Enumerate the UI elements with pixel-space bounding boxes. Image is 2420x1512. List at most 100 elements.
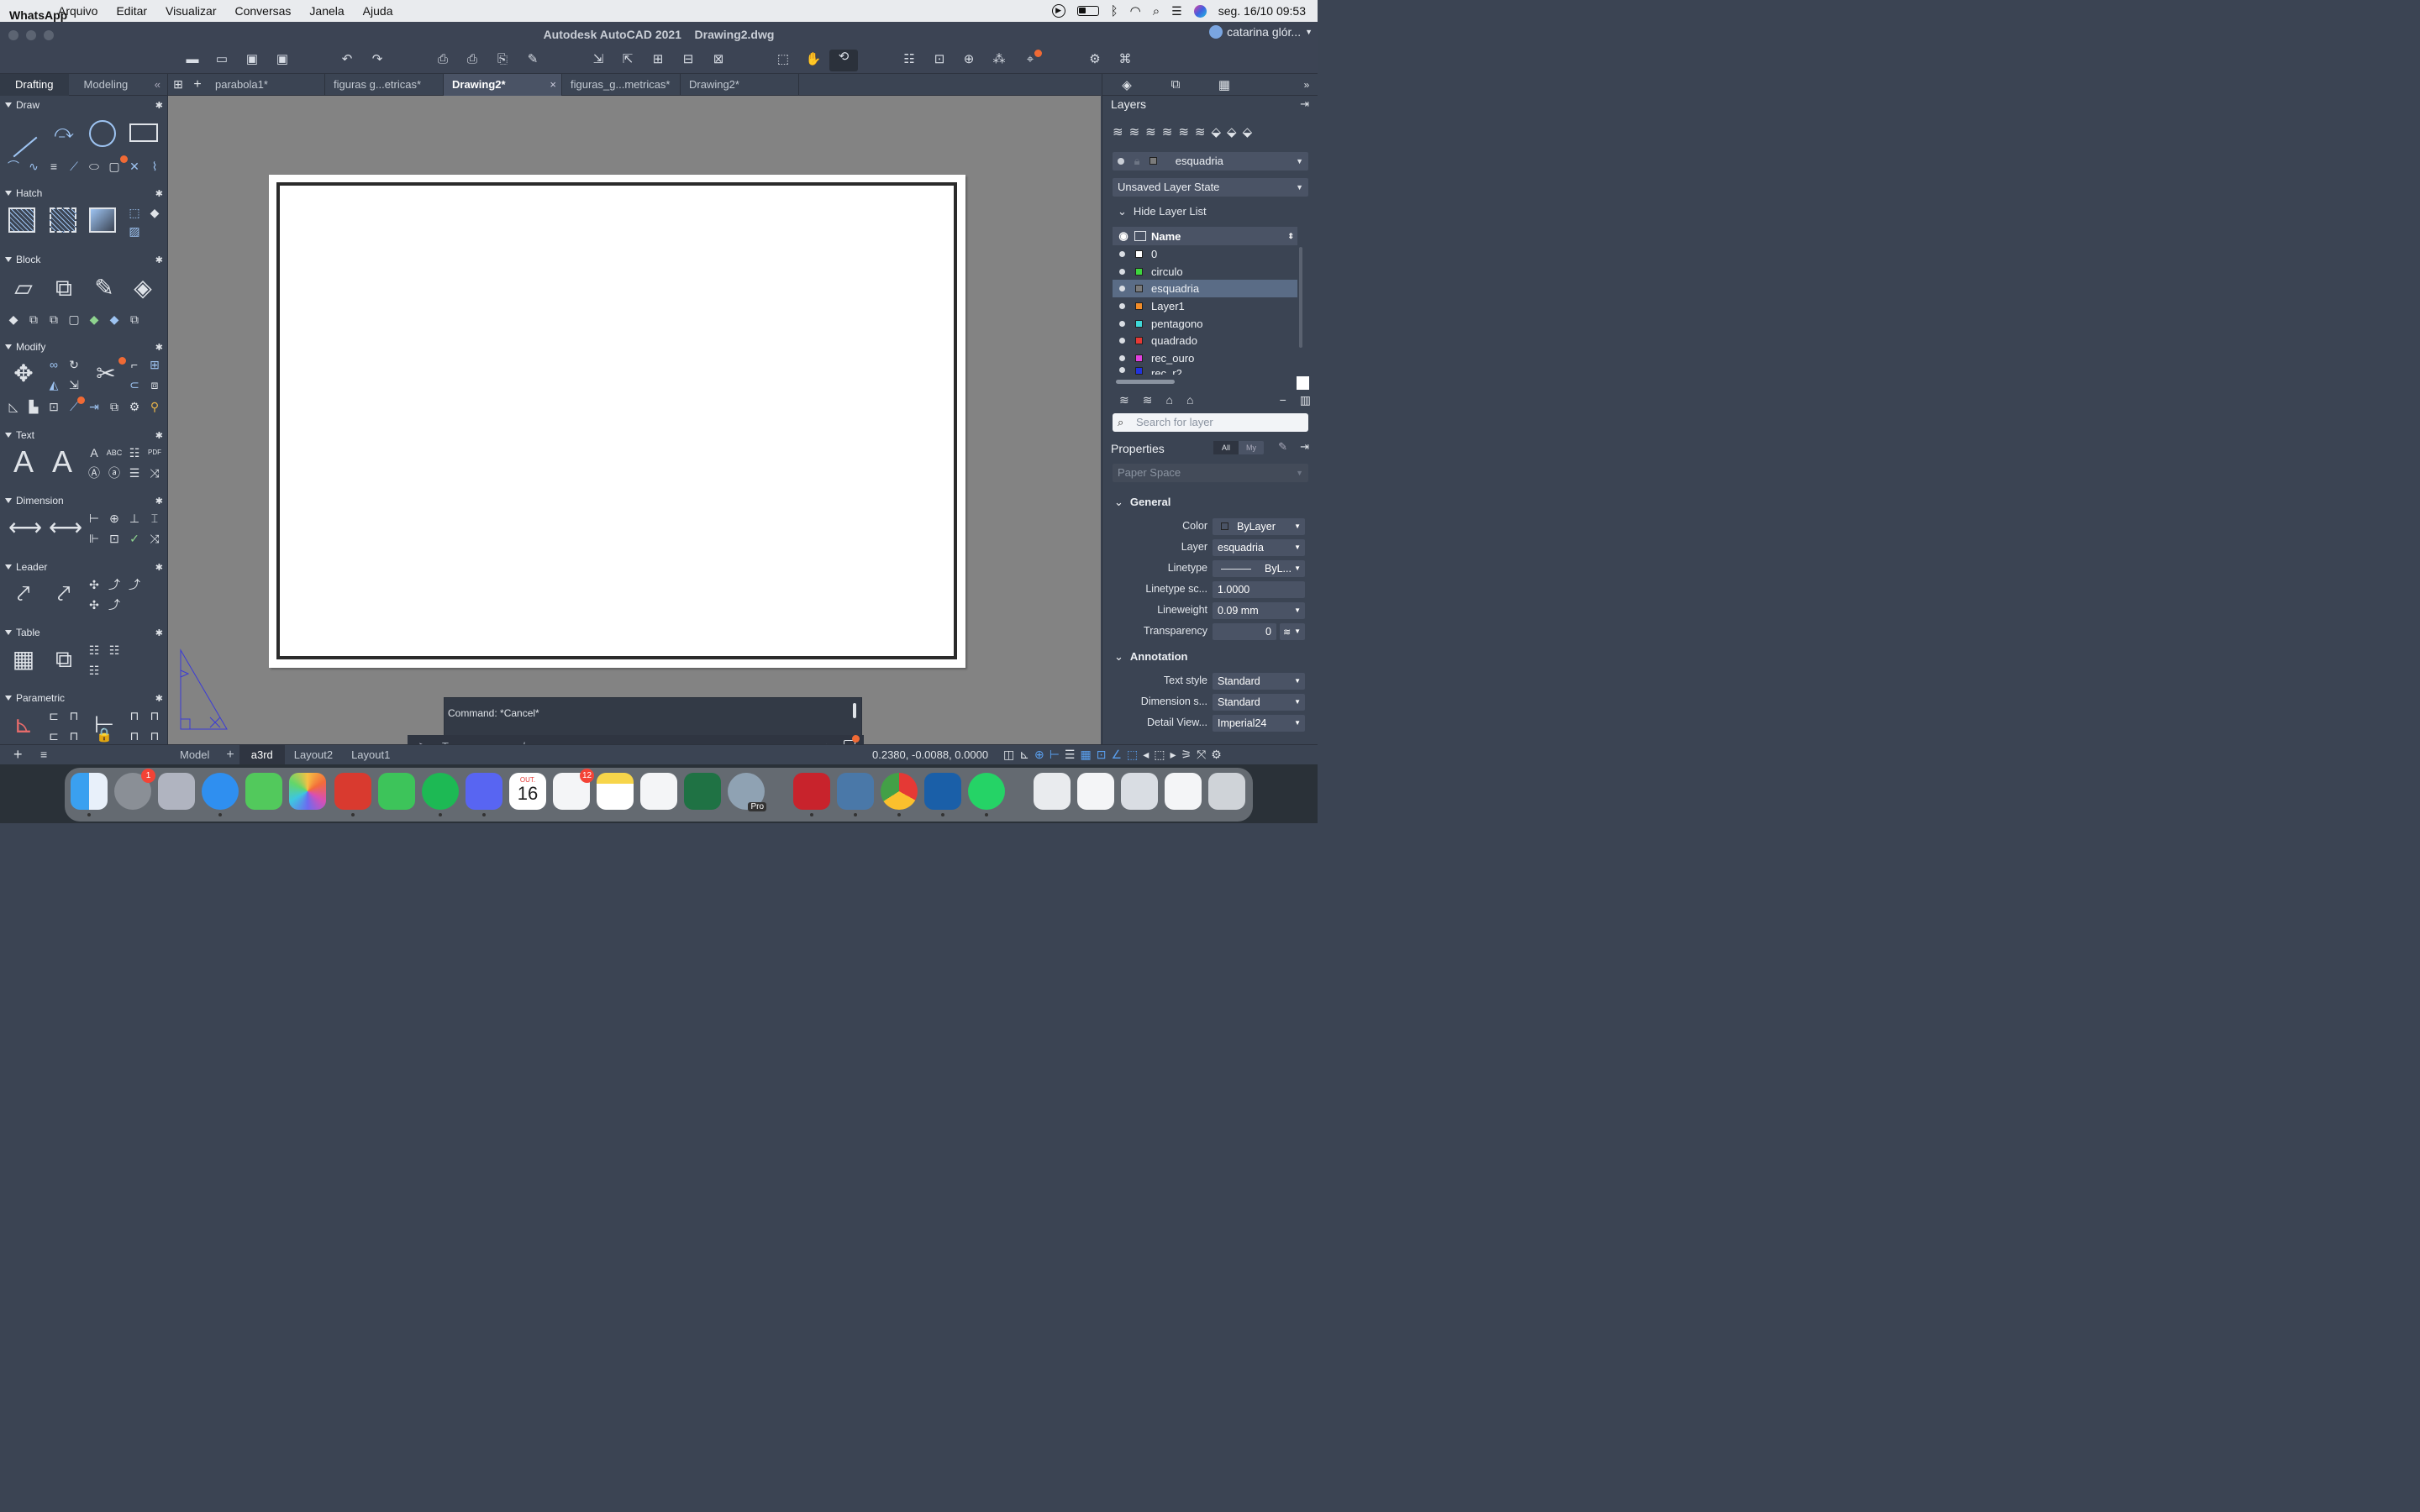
horizontal-constraint-icon[interactable]: ⊓ [66,707,82,724]
table-style-icon[interactable]: ☷ [86,642,103,659]
aligned-constraint-icon[interactable]: ⊓ [146,707,163,724]
layer-color-swatch[interactable] [1135,319,1143,328]
attribute-icon[interactable]: ◆ [5,311,22,328]
new-file-icon[interactable]: ▬ [184,52,201,67]
doc-tab-drawing2-active[interactable]: Drawing2* × [444,73,562,96]
show-constraints-icon[interactable]: ⊓ [126,727,143,744]
baseline-dimension-icon[interactable]: ⊩ [86,530,103,547]
dock-panel-icon[interactable]: ⇥ [1300,97,1309,111]
publish-icon[interactable]: ⊟ [680,52,697,67]
blocks-tab-icon[interactable]: ⧉ [1151,77,1200,92]
zoom-window-button[interactable] [44,30,54,40]
doc-tab-figuras-2[interactable]: figuras_g...metricas* [562,73,681,96]
filter-all-button[interactable]: All [1213,441,1239,454]
arc-tool-icon[interactable]: ⌒ [5,158,22,175]
layer-list-vscrollbar[interactable] [1299,247,1302,348]
tab-model[interactable]: Model [168,745,221,765]
photo-booth-app-icon[interactable] [334,773,371,816]
layer-row[interactable]: rec_ouro [1113,349,1297,367]
multileader-icon[interactable]: ⤤ [8,580,39,608]
layer-color-swatch[interactable] [1135,267,1143,276]
undo-icon[interactable]: ↶ [339,52,355,67]
tab-layout1[interactable]: Layout1 [342,745,399,765]
spline-tool-icon[interactable]: ∿ [25,158,42,175]
offset-tool-icon[interactable]: ⊂ [126,376,143,393]
new-group-filter-icon[interactable]: ≋ [1143,393,1153,407]
siri-icon[interactable] [1193,4,1207,18]
spotify-app-icon[interactable] [422,773,459,816]
open-folder-icon[interactable]: ⌂ [1186,393,1193,407]
search-icon[interactable]: ⌕ [1153,4,1160,18]
tab-layout2[interactable]: Layout2 [285,745,342,765]
set-current-layer-icon[interactable]: ≋ [1162,124,1173,139]
command-scrollbar[interactable] [853,703,856,718]
tag-icon[interactable]: ◆ [146,204,163,221]
transparency-input[interactable]: 0 [1213,623,1276,640]
section-header-modify[interactable]: Modify ✱ [0,339,168,354]
hide-constraints-icon[interactable]: ⊓ [146,727,163,744]
lineweight-dropdown[interactable]: 0.09 mm ▼ [1213,602,1305,619]
quick-dimension-icon[interactable]: ⟷ [49,513,82,542]
design-center-icon[interactable]: ⊡ [931,52,948,67]
photos-app-icon[interactable] [289,773,326,810]
layer-color-swatch[interactable] [1135,249,1143,258]
bulb-icon[interactable] [1119,250,1125,257]
match-properties-brush-icon[interactable]: ⚲ [146,398,163,415]
annotation-group[interactable]: ⌄ Annotation [1114,650,1188,664]
layer-row[interactable]: Layer1 [1113,297,1297,315]
gear-icon[interactable]: ✱ [155,100,163,111]
gear-icon[interactable]: ✱ [155,562,163,573]
edit-properties-icon[interactable]: ✎ [1278,440,1287,454]
extract-data-icon[interactable]: ☷ [106,642,123,659]
autocad-app-icon[interactable] [793,773,830,816]
expand-panel-icon[interactable]: » [1296,79,1318,91]
linetype-dropdown[interactable]: ByL... ▼ [1213,560,1305,577]
menu-conversas[interactable]: Conversas [225,4,300,18]
align-leaders-icon[interactable]: ⤴ [106,576,123,593]
fillet-tool-icon[interactable]: ⌐ [126,356,143,373]
attach-icon[interactable]: ⊞ [650,52,666,67]
gear-icon[interactable]: ✱ [155,693,163,704]
linetype-scale-input[interactable]: 1.0000 [1213,581,1305,598]
leader-style-icon[interactable]: ⤤ [49,580,79,608]
region-tool-icon[interactable]: ▢ [106,155,128,175]
bulb-icon[interactable] [1119,268,1125,275]
facetime-app-icon[interactable] [378,773,415,810]
delete-layer-icon[interactable]: ≋ [1145,124,1156,139]
ray-tool-icon[interactable]: ⟋ [66,158,82,175]
data-link-icon[interactable]: ⧉ [49,645,79,674]
wifi-icon[interactable]: ◠ [1130,3,1141,18]
folder-icon[interactable]: ⌂ [1165,393,1172,407]
lengthen-tool-icon[interactable]: ⟋ [66,396,85,415]
close-window-button[interactable] [8,30,18,40]
ordinate-dimension-icon[interactable]: ⊥ [126,510,143,527]
define-attributes-icon[interactable]: ◈ [128,274,158,302]
discord-app-icon[interactable] [466,773,502,816]
tool-palette-icon[interactable]: ⊕ [960,52,977,67]
layer-lock-icon[interactable]: ⬙ [1243,124,1253,139]
color-dropdown[interactable]: ByLayer ▼ [1213,518,1305,535]
text-search-icon[interactable]: ⓐ [106,465,123,481]
workspace-switch-icon[interactable]: ⤧ [1197,748,1206,762]
hatch-tool-icon[interactable] [8,207,35,233]
hatch-pattern-icon[interactable]: ▨ [126,223,143,239]
rotate-tool-icon[interactable]: ↻ [66,356,82,373]
layer-freeze-icon[interactable]: ⬙ [1227,124,1237,139]
layer-color-swatch[interactable] [1135,302,1143,310]
zoom-window-icon[interactable]: ⬚ [775,52,792,67]
plot-icon[interactable]: ⎙ [434,52,451,67]
menu-editar[interactable]: Editar [107,4,156,18]
section-header-leader[interactable]: Leader ✱ [0,559,168,575]
leader-link-icon[interactable]: ⤴ [106,596,123,613]
whatsapp-app-icon[interactable] [968,773,1005,816]
text-style-dropdown[interactable]: Standard ▼ [1213,673,1305,690]
table-tab-icon[interactable]: ▦ [1200,77,1249,92]
text-table-icon[interactable]: ☷ [126,444,143,461]
recent-document-icon[interactable] [1077,773,1114,810]
line-tool-icon[interactable] [13,136,38,158]
text-style-icon[interactable]: A [86,444,103,461]
settings-gear-icon[interactable]: ⚙ [1211,748,1222,762]
select-all-icon[interactable] [1134,231,1146,241]
tab-grid-icon[interactable]: ⊞ [168,77,188,92]
gradient-tool-icon[interactable] [89,207,116,233]
